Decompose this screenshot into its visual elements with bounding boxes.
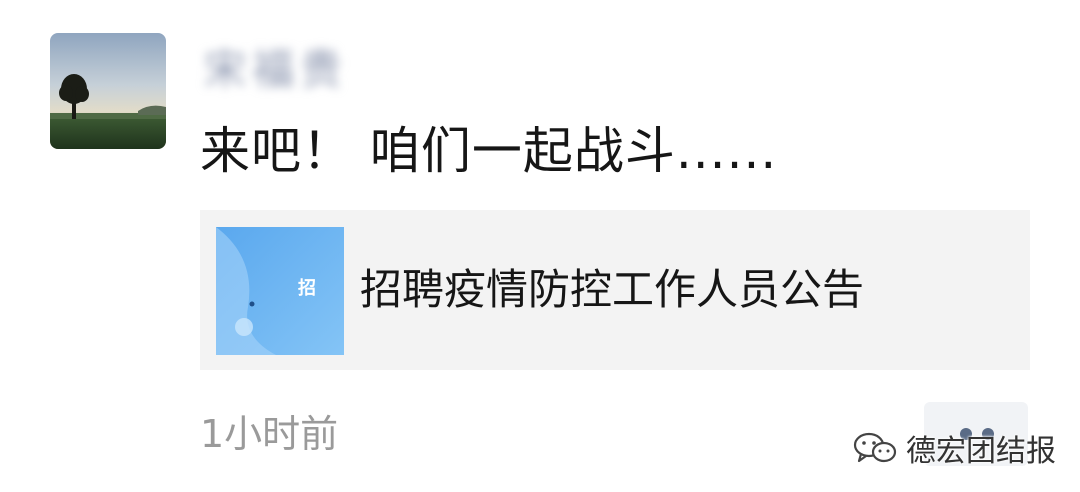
source-watermark: 德宏团结报 — [852, 428, 1056, 469]
author-name[interactable]: 宋福贵 — [200, 34, 370, 94]
link-title: 招聘疫情防控工作人员公告 — [360, 265, 865, 314]
moments-post: 宋福贵 来吧！ 咱们一起战斗...... 招 招聘疫情防控工作人员公告 1小时前 — [0, 0, 1080, 492]
post-timestamp: 1小时前 — [200, 412, 339, 456]
landscape-tree-avatar-image — [50, 33, 166, 149]
author-name-text: 宋福贵 — [204, 45, 349, 94]
link-thumbnail-image — [216, 227, 344, 355]
wechat-logo-icon — [853, 432, 897, 463]
link-thumbnail: 招 — [216, 227, 344, 355]
link-thumbnail-text: 招 — [298, 278, 316, 299]
watermark-text: 德宏团结报 — [906, 434, 1056, 469]
post-text: 来吧！ 咱们一起战斗...... — [200, 122, 778, 180]
shared-link-card[interactable]: 招 招聘疫情防控工作人员公告 — [200, 210, 1030, 370]
avatar[interactable] — [50, 33, 166, 149]
